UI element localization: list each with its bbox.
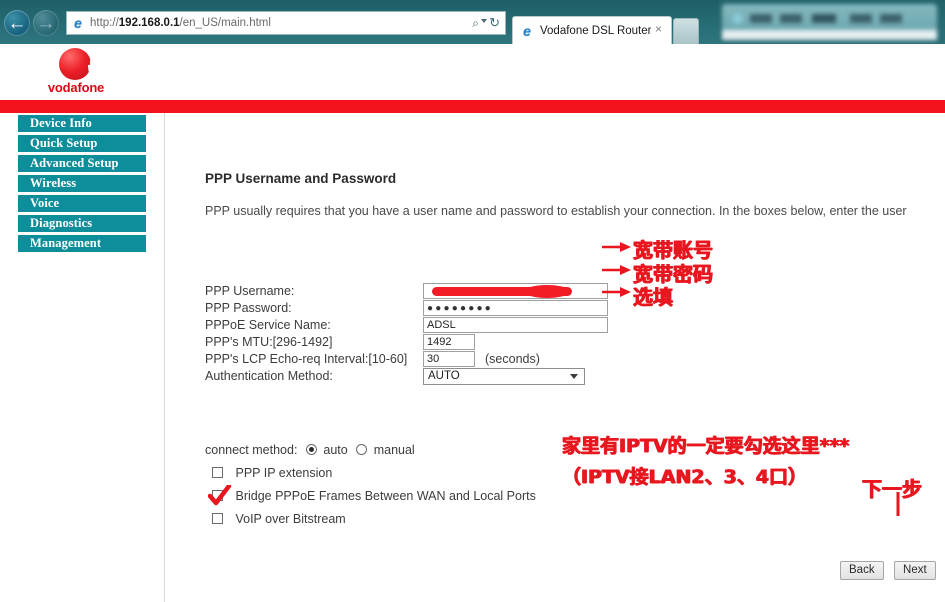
next-button[interactable]: Next xyxy=(894,561,936,580)
background-window-icon xyxy=(732,13,743,24)
authentication-method-select[interactable]: AUTO xyxy=(423,368,585,385)
chevron-down-icon[interactable] xyxy=(481,19,487,23)
vodafone-mark-icon xyxy=(59,48,101,80)
connection-options: connect method: auto manual PPP IP exten… xyxy=(205,443,536,535)
page-description: PPP usually requires that you have a use… xyxy=(205,204,907,218)
browser-tab-vodafone-dsl-router[interactable]: e Vodafone DSL Router × xyxy=(512,16,672,44)
main-panel: PPP Username and Password PPP usually re… xyxy=(165,113,945,588)
background-window-blurred xyxy=(722,4,937,40)
checkbox-row-bridge-pppoe-frames: Bridge PPPoE Frames Between WAN and Loca… xyxy=(205,485,536,512)
url-scheme: http:// xyxy=(90,17,119,29)
seconds-unit-label: (seconds) xyxy=(485,352,540,366)
form-row-lcp-echo-interval: PPP's LCP Echo-req Interval:[10-60] 30 (… xyxy=(205,351,540,368)
internet-explorer-icon: e xyxy=(74,15,82,31)
connect-method-row: connect method: auto manual xyxy=(205,443,536,466)
chevron-down-icon xyxy=(570,374,578,379)
checkbox-row-ppp-ip-extension: PPP IP extension xyxy=(205,466,536,489)
checkbox-bridge-pppoe-frames[interactable] xyxy=(212,490,223,501)
address-bar[interactable]: e http://192.168.0.1/en_US/main.html ⌕ ↻ xyxy=(66,11,506,35)
form-buttons: Back Next xyxy=(834,560,936,580)
form-row-authentication-method: Authentication Method: AUTO xyxy=(205,368,585,388)
sidebar-nav: Device Info Quick Setup Advanced Setup W… xyxy=(0,113,165,588)
content-wrapper: Device Info Quick Setup Advanced Setup W… xyxy=(0,113,945,602)
authentication-method-label: Authentication Method: xyxy=(205,369,333,383)
checkbox-voip-over-bitstream-label: VoIP over Bitstream xyxy=(235,512,346,526)
ppp-password-value: ●●●●●●●● xyxy=(427,303,493,314)
ppp-password-label: PPP Password: xyxy=(205,301,292,315)
tab-favicon-icon: e xyxy=(523,22,531,39)
close-icon[interactable]: × xyxy=(655,22,662,36)
back-button[interactable]: ← xyxy=(4,10,30,36)
vodafone-wordmark: vodafone xyxy=(47,80,105,95)
checkbox-ppp-ip-extension[interactable] xyxy=(212,467,223,478)
radio-auto[interactable] xyxy=(305,444,317,455)
checkbox-row-voip-over-bitstream: VoIP over Bitstream xyxy=(205,512,536,535)
checkbox-voip-over-bitstream[interactable] xyxy=(212,513,223,524)
ppp-username-input[interactable] xyxy=(423,283,608,299)
sidebar-item-device-info[interactable]: Device Info xyxy=(18,115,146,132)
ppp-mtu-input[interactable]: 1492 xyxy=(423,334,475,350)
checkbox-bridge-pppoe-frames-label: Bridge PPPoE Frames Between WAN and Loca… xyxy=(235,489,536,503)
url-path: /en_US/main.html xyxy=(179,17,271,29)
sidebar-item-diagnostics[interactable]: Diagnostics xyxy=(18,215,146,232)
ppp-form: PPP Username: PPP Password: ●●●●●●●● PPP… xyxy=(205,283,608,389)
radio-manual-label: manual xyxy=(373,443,415,457)
forward-arrow-icon: → xyxy=(36,12,56,34)
connect-method-label: connect method: xyxy=(205,443,298,457)
ppp-password-input[interactable]: ●●●●●●●● xyxy=(423,300,608,316)
forward-button[interactable]: → xyxy=(33,10,59,36)
lcp-echo-interval-input[interactable]: 30 xyxy=(423,351,475,367)
ppp-username-label: PPP Username: xyxy=(205,284,295,298)
brand-red-divider xyxy=(0,100,945,113)
page-title: PPP Username and Password xyxy=(205,171,397,186)
redaction-mark xyxy=(432,285,572,298)
form-row-pppoe-service-name: PPPoE Service Name: ADSL xyxy=(205,317,608,334)
radio-auto-label: auto xyxy=(323,443,348,457)
vodafone-logo: vodafone xyxy=(40,48,112,96)
new-tab-button[interactable] xyxy=(673,18,699,44)
lcp-echo-interval-label: PPP's LCP Echo-req Interval:[10-60] xyxy=(205,352,408,366)
sidebar-item-voice[interactable]: Voice xyxy=(18,195,146,212)
background-window-body xyxy=(722,30,937,40)
checkbox-ppp-ip-extension-label: PPP IP extension xyxy=(235,466,333,480)
refresh-icon[interactable]: ↻ xyxy=(489,15,500,31)
ppp-mtu-label: PPP's MTU:[296-1492] xyxy=(205,335,333,349)
sidebar-item-wireless[interactable]: Wireless xyxy=(18,175,146,192)
sidebar-item-advanced-setup[interactable]: Advanced Setup xyxy=(18,155,146,172)
browser-chrome: ← → e http://192.168.0.1/en_US/main.html… xyxy=(0,0,718,44)
pppoe-service-name-input[interactable]: ADSL xyxy=(423,317,608,333)
brand-header: vodafone xyxy=(0,44,945,100)
radio-manual[interactable] xyxy=(356,444,368,455)
pppoe-service-name-label: PPPoE Service Name: xyxy=(205,318,331,332)
search-icon[interactable]: ⌕ xyxy=(472,16,479,31)
router-page: vodafone Device Info Quick Setup Advance… xyxy=(0,44,945,602)
tab-title: Vodafone DSL Router xyxy=(540,24,652,37)
url-host: 192.168.0.1 xyxy=(118,17,180,29)
url-text: http://192.168.0.1/en_US/main.html xyxy=(90,17,271,29)
sidebar-item-quick-setup[interactable]: Quick Setup xyxy=(18,135,146,152)
vodafone-comma-icon xyxy=(88,53,101,70)
form-row-ppp-mtu: PPP's MTU:[296-1492] 1492 xyxy=(205,334,475,351)
sidebar-item-management[interactable]: Management xyxy=(18,235,146,252)
back-button[interactable]: Back xyxy=(840,561,884,580)
form-row-ppp-password: PPP Password: ●●●●●●●● xyxy=(205,300,608,317)
back-arrow-icon: ← xyxy=(7,12,27,34)
background-window-title-blurred xyxy=(750,14,910,23)
form-row-ppp-username: PPP Username: xyxy=(205,283,608,300)
authentication-method-value: AUTO xyxy=(428,370,460,382)
